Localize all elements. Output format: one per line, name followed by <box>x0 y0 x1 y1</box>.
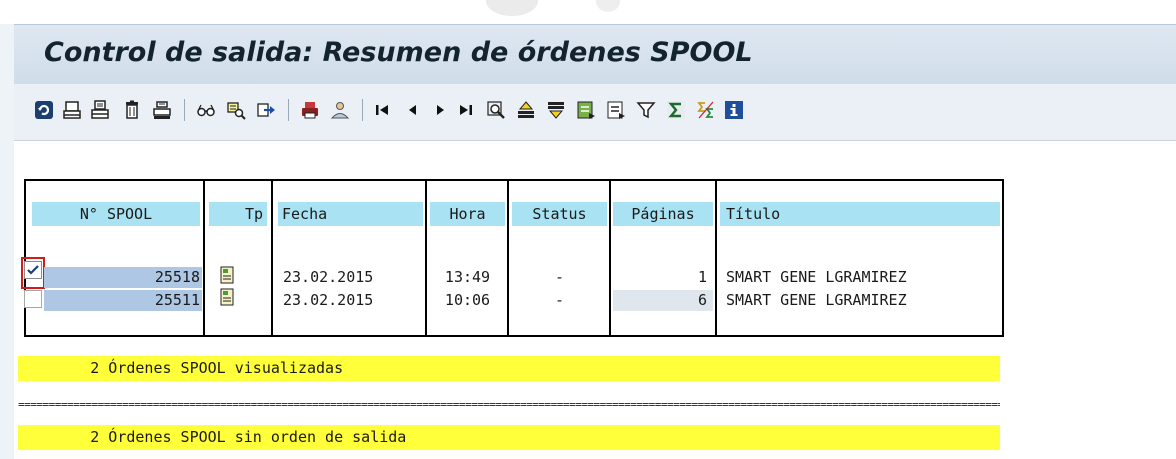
print-preview-icon[interactable] <box>88 98 112 122</box>
subtotal-icon[interactable] <box>694 98 718 122</box>
column-header-date[interactable]: Fecha <box>278 202 423 226</box>
printer-settings-icon[interactable] <box>150 98 174 122</box>
last-page-icon[interactable] <box>454 98 478 122</box>
display-with-magnifier-icon[interactable] <box>224 98 248 122</box>
print-icon[interactable] <box>60 98 84 122</box>
find-icon[interactable] <box>484 98 508 122</box>
checkmark-icon <box>27 265 39 275</box>
column-divider <box>715 179 717 337</box>
column-header-time[interactable]: Hora <box>430 202 505 226</box>
toolbar-separator <box>362 99 363 121</box>
toolbar-separator <box>288 99 289 121</box>
table-border-top <box>24 179 1004 181</box>
pages-cell[interactable]: 6 <box>613 290 713 311</box>
application-toolbar <box>14 84 1176 141</box>
spool-document-icon[interactable] <box>220 288 234 306</box>
info-icon[interactable] <box>722 98 746 122</box>
choose-layout-icon[interactable] <box>574 98 598 122</box>
row-select-checkbox[interactable] <box>24 261 42 279</box>
date-cell[interactable]: 23.02.2015 <box>280 267 424 288</box>
sum-icon[interactable] <box>664 98 688 122</box>
title-cell[interactable]: SMART GENE LGRAMIREZ <box>720 267 1000 288</box>
title-cell[interactable]: SMART GENE LGRAMIREZ <box>720 290 1000 311</box>
refresh-icon[interactable] <box>32 98 56 122</box>
spool-number-cell[interactable]: 25518 <box>44 267 202 288</box>
time-cell[interactable]: 13:49 <box>430 267 505 288</box>
date-cell[interactable]: 23.02.2015 <box>280 290 424 311</box>
save-layout-icon[interactable] <box>604 98 628 122</box>
column-header-type[interactable]: Tp <box>209 202 267 226</box>
page-title: Control de salida: Resumen de órdenes SP… <box>44 37 753 68</box>
output-device-icon[interactable] <box>298 98 322 122</box>
title-bar: Control de salida: Resumen de órdenes SP… <box>14 24 1176 85</box>
summary-separator: ========================================… <box>18 398 1000 411</box>
user-icon[interactable] <box>328 98 352 122</box>
column-divider <box>271 179 273 337</box>
forward-send-icon[interactable] <box>254 98 278 122</box>
sort-ascending-icon[interactable] <box>514 98 538 122</box>
next-page-icon[interactable] <box>428 98 452 122</box>
status-cell[interactable]: - <box>512 267 607 288</box>
time-cell[interactable]: 10:06 <box>430 290 505 311</box>
delete-trash-icon[interactable] <box>120 98 144 122</box>
spool-document-icon[interactable] <box>220 266 234 284</box>
pages-cell[interactable]: 1 <box>613 267 713 288</box>
column-header-pages[interactable]: Páginas <box>613 202 713 226</box>
sort-descending-icon[interactable] <box>544 98 568 122</box>
glasses-display-icon[interactable] <box>194 98 218 122</box>
column-divider <box>609 179 611 337</box>
summary-count-without-output: 2 Órdenes SPOOL sin orden de salida <box>18 425 1000 450</box>
column-divider <box>425 179 427 337</box>
filter-icon[interactable] <box>634 98 658 122</box>
top-strip <box>0 0 1176 24</box>
row-select-checkbox[interactable] <box>24 290 42 308</box>
summary-count-displayed: 2 Órdenes SPOOL visualizadas <box>18 356 1000 381</box>
spool-number-cell[interactable]: 25511 <box>44 290 202 311</box>
table-border-right <box>1002 179 1004 337</box>
first-page-icon[interactable] <box>370 98 394 122</box>
column-header-spool-number[interactable]: N° SPOOL <box>32 202 200 226</box>
table-border-bottom <box>24 335 1004 337</box>
toolbar-separator <box>184 99 185 121</box>
column-divider <box>507 179 509 337</box>
column-header-title[interactable]: Título <box>720 202 1000 226</box>
status-cell[interactable]: - <box>512 290 607 311</box>
previous-page-icon[interactable] <box>400 98 424 122</box>
column-divider <box>203 179 205 337</box>
column-header-status[interactable]: Status <box>512 202 607 226</box>
